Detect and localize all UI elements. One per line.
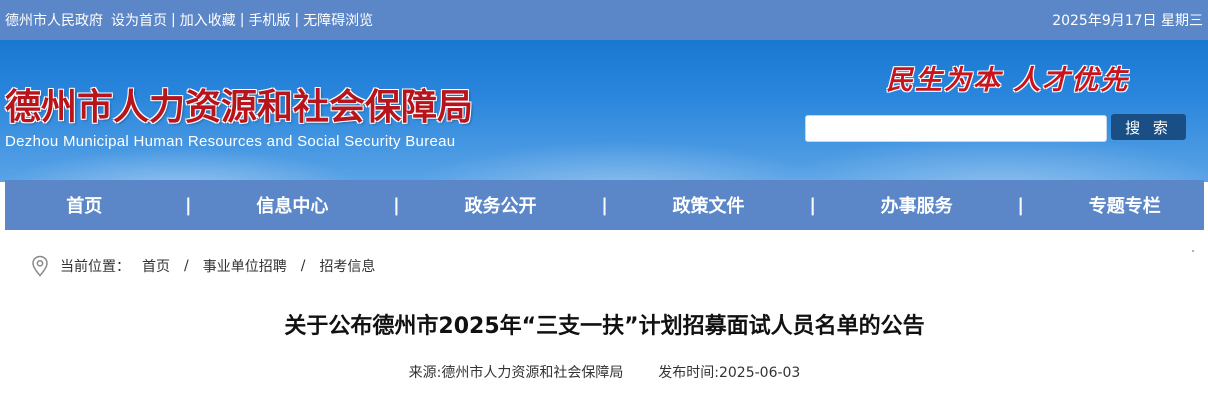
nav-item-info-center[interactable]: 信息中心 (213, 192, 372, 218)
top-links: 德州市人民政府 设为首页 | 加入收藏 | 手机版 | 无障碍浏览 (5, 10, 373, 30)
nav-separator: | (1017, 194, 1024, 216)
header-banner: 德州市人力资源和社会保障局 Dezhou Municipal Human Res… (0, 40, 1208, 182)
nav-item-special-topics[interactable]: 专题专栏 (1045, 192, 1204, 218)
decorative-dot (1192, 250, 1194, 252)
site-subtitle: Dezhou Municipal Human Resources and Soc… (5, 133, 456, 150)
article-title: 关于公布德州市2025年“三支一扶”计划招募面试人员名单的公告 (284, 314, 925, 339)
nav-item-policy-documents[interactable]: 政策文件 (629, 192, 788, 218)
link-divider: | (171, 12, 176, 28)
current-date: 2025年9月17日 星期三 (1052, 13, 1203, 29)
article-source: 来源:德州市人力资源和社会保障局 (408, 365, 624, 381)
nav-item-home[interactable]: 首页 (5, 192, 164, 218)
search-input[interactable] (805, 115, 1107, 142)
article-meta: 来源:德州市人力资源和社会保障局 发布时间:2025-06-03 (5, 362, 1204, 382)
site-title: 德州市人力资源和社会保障局 (5, 87, 474, 128)
breadcrumb: 当前位置： 首页 / 事业单位招聘 / 招考信息 (30, 254, 375, 278)
nav-separator: | (185, 194, 192, 216)
search-button[interactable]: 搜 索 (1111, 114, 1186, 140)
nav-item-services[interactable]: 办事服务 (837, 192, 996, 218)
breadcrumb-separator: / (300, 258, 306, 274)
link-city-government[interactable]: 德州市人民政府 (5, 10, 103, 30)
breadcrumb-separator: / (184, 258, 189, 274)
link-add-favorite[interactable]: 加入收藏 (180, 10, 236, 30)
link-set-homepage[interactable]: 设为首页 (111, 10, 167, 30)
link-mobile-version[interactable]: 手机版 (248, 10, 290, 30)
breadcrumb-label: 当前位置： (60, 259, 130, 275)
slogan: 民生为本 人才优先 (886, 65, 1130, 96)
content-area: 当前位置： 首页 / 事业单位招聘 / 招考信息 关于公布德州市2025年“三支… (5, 230, 1204, 400)
location-pin-icon (32, 255, 48, 277)
nav-separator: | (809, 194, 816, 216)
link-divider: | (294, 12, 300, 28)
nav-separator: | (393, 194, 400, 216)
link-accessibility[interactable]: 无障碍浏览 (303, 10, 373, 30)
nav-separator: | (601, 194, 608, 216)
article-publish-date: 发布时间:2025-06-03 (658, 365, 801, 381)
breadcrumb-recruitment[interactable]: 事业单位招聘 (203, 256, 287, 276)
main-nav: 首页 | 信息中心 | 政务公开 | 政策文件 | 办事服务 | 专题专栏 (5, 180, 1204, 230)
breadcrumb-home[interactable]: 首页 (142, 256, 170, 276)
top-utility-bar: 德州市人民政府 设为首页 | 加入收藏 | 手机版 | 无障碍浏览 2025年9… (0, 0, 1208, 40)
link-divider: | (239, 12, 245, 28)
breadcrumb-exam-info[interactable]: 招考信息 (319, 256, 375, 276)
nav-item-government-affairs[interactable]: 政务公开 (421, 192, 580, 218)
